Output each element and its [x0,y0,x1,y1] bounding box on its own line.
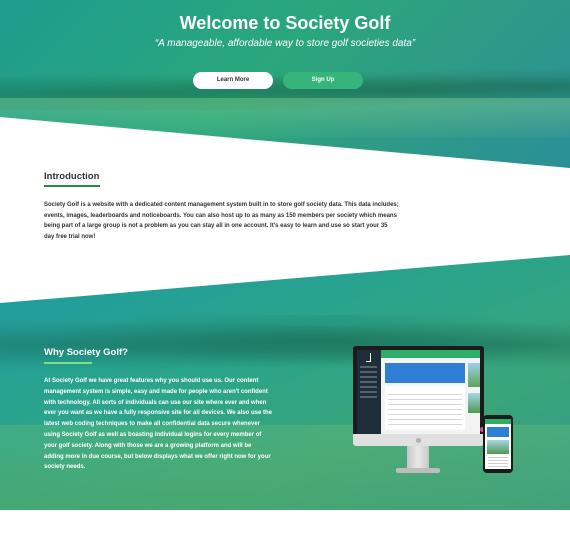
phone-mockup [483,415,513,473]
mockup-image [468,393,480,413]
hero-title: Welcome to Society Golf [179,13,391,33]
phone-image [487,440,509,454]
mockup-image [468,363,480,387]
introduction-text: Society Golf is a website with a dedicat… [44,202,399,240]
introduction-heading: Introduction [44,171,100,182]
sign-up-button[interactable]: Sign Up [283,72,363,89]
mockup-topbar [381,350,480,358]
introduction-underline [44,185,100,187]
desktop-stand-base [396,468,440,473]
why-heading: Why Society Golf? [44,347,128,358]
mockup-sidebar [357,350,381,434]
mockup-banner [385,363,465,383]
why-underline [44,362,92,364]
hero-subtitle: “A manageable, affordable way to store g… [154,38,416,49]
desktop-stand [407,446,429,469]
desktop-logo-icon [416,438,421,443]
desktop-mockup [353,346,484,446]
why-background-trees [0,315,570,375]
why-text: At Society Golf we have great features w… [44,378,272,471]
desktop-screen [357,350,480,434]
phone-screen [485,419,511,469]
why-slant-divider [0,255,570,303]
learn-more-button[interactable]: Learn More [193,72,273,89]
mockup-logo-icon [366,353,371,362]
